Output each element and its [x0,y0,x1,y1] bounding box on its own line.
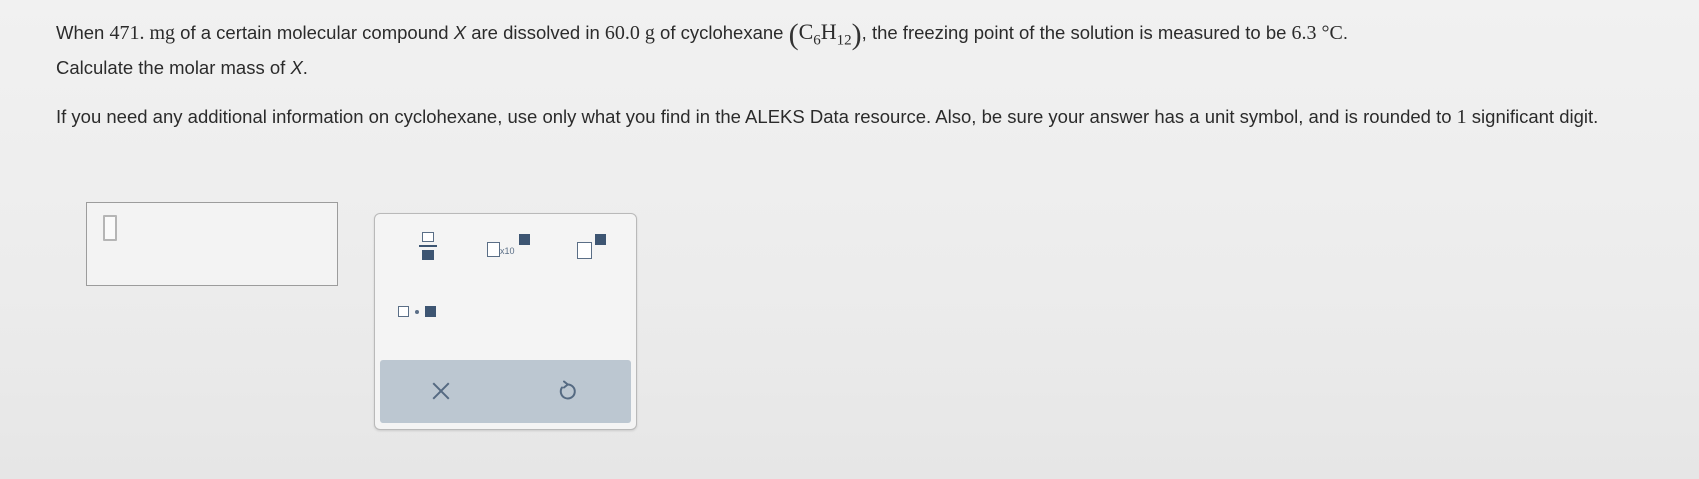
freezing-point: 6.3 °C [1291,22,1343,44]
undo-icon [559,380,576,400]
math-palette: x10 [374,213,637,430]
question-page: When 471. mg of a certain molecular comp… [0,0,1699,479]
palette-action-bar [380,360,631,423]
answer-input[interactable] [86,202,338,286]
cyclohexane-formula: C6H12 [798,19,852,49]
times-ten-label: x10 [500,246,515,256]
question-instructions: If you need any additional information o… [56,106,1599,129]
scientific-notation-button[interactable]: x10 [483,229,535,263]
sample-mass: 471. mg [109,22,176,44]
clear-button[interactable] [416,368,466,414]
superscript-button[interactable] [573,229,613,263]
multiply-dot-button[interactable] [395,300,447,324]
multiply-dot-icon [398,306,409,317]
undo-button[interactable] [542,368,592,414]
fraction-icon [422,232,434,242]
scientific-notation-icon [487,242,500,257]
superscript-icon [577,242,592,259]
close-icon [432,382,450,400]
fraction-button[interactable] [415,227,443,263]
question-text: When 471. mg of a certain molecular comp… [56,18,1666,131]
question-paragraph-2: Calculate the molar mass of X. [56,57,308,79]
question-paragraph-1: When 471. mg of a certain molecular comp… [56,18,1349,51]
input-cursor-icon [103,215,117,241]
solvent-mass: 60.0 g [604,22,655,44]
compound-variable: X [453,22,467,43]
